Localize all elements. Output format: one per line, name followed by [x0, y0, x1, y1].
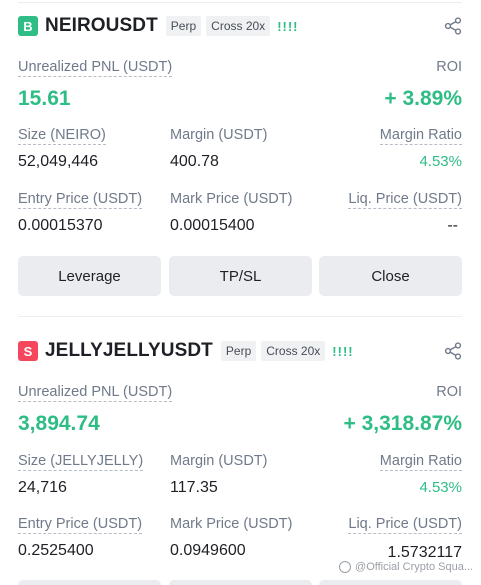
- symbol-title[interactable]: JELLYJELLYUSDT: [45, 340, 213, 362]
- watermark: @Official Crypto Squa...: [339, 561, 473, 573]
- entry-price-value: 0.2525400: [18, 542, 94, 559]
- close-position-button[interactable]: Close: [319, 256, 462, 296]
- mark-price-label: Mark Price (USDT): [170, 516, 293, 532]
- leverage-button[interactable]: [18, 580, 161, 585]
- position-card-neirousdt: B NEIROUSDT Perp Cross 20x !!!! Unrealiz…: [18, 0, 462, 310]
- side-badge: B: [18, 16, 38, 36]
- mark-price-value: 0.0949600: [170, 542, 246, 559]
- entry-price-label[interactable]: Entry Price (USDT): [18, 191, 143, 209]
- share-icon[interactable]: [444, 342, 462, 360]
- symbol-title[interactable]: NEIROUSDT: [45, 15, 158, 37]
- roi-value: + 3.89%: [384, 87, 462, 110]
- unrealized-pnl-label[interactable]: Unrealized PNL (USDT): [18, 384, 173, 402]
- close-position-button[interactable]: [319, 580, 462, 585]
- tpsl-button[interactable]: TP/SL: [169, 256, 312, 296]
- position-header: S JELLYJELLYUSDT Perp Cross 20x !!!!: [18, 336, 462, 366]
- margin-ratio-label[interactable]: Margin Ratio: [379, 453, 462, 471]
- mark-price-value: 0.00015400: [170, 217, 255, 234]
- liq-price-label[interactable]: Liq. Price (USDT): [348, 516, 462, 534]
- roi-label: ROI: [436, 384, 462, 400]
- size-label[interactable]: Size (NEIRO): [18, 127, 106, 145]
- roi-value: + 3,318.87%: [343, 412, 462, 435]
- margin-ratio-label[interactable]: Margin Ratio: [379, 127, 462, 145]
- margin-ratio-value: 4.53%: [419, 153, 462, 170]
- margin-label: Margin (USDT): [170, 127, 268, 143]
- contract-type-tag: Perp: [165, 16, 202, 36]
- tpsl-button[interactable]: [169, 580, 312, 585]
- position-header: B NEIROUSDT Perp Cross 20x !!!!: [18, 11, 462, 41]
- margin-label: Margin (USDT): [170, 453, 268, 469]
- roi-label: ROI: [436, 59, 462, 75]
- entry-price-value: 0.00015370: [18, 217, 103, 234]
- watermark-logo-icon: [339, 561, 352, 573]
- margin-value: 400.78: [170, 153, 219, 170]
- liq-price-label[interactable]: Liq. Price (USDT): [348, 191, 462, 209]
- size-value: 52,049,446: [18, 153, 99, 170]
- size-label[interactable]: Size (JELLYJELLY): [18, 453, 144, 471]
- margin-mode-tag[interactable]: Cross 20x: [206, 16, 271, 36]
- liq-price-value: --: [447, 217, 458, 234]
- mark-price-label: Mark Price (USDT): [170, 191, 293, 207]
- unrealized-pnl-label[interactable]: Unrealized PNL (USDT): [18, 59, 173, 77]
- leverage-bars-icon: !!!!: [332, 343, 354, 359]
- margin-value: 117.35: [170, 479, 218, 496]
- margin-mode-tag[interactable]: Cross 20x: [261, 341, 326, 361]
- margin-ratio-value: 4.53%: [419, 479, 462, 496]
- entry-price-label[interactable]: Entry Price (USDT): [18, 516, 143, 534]
- leverage-bars-icon: !!!!: [277, 18, 299, 34]
- size-value: 24,716: [18, 479, 67, 496]
- watermark-text: @Official Crypto Squa...: [355, 561, 473, 573]
- contract-type-tag: Perp: [220, 341, 257, 361]
- leverage-button[interactable]: Leverage: [18, 256, 161, 296]
- side-badge: S: [18, 341, 38, 361]
- liq-price-value: 1.5732117: [387, 544, 462, 561]
- unrealized-pnl-value: 3,894.74: [18, 412, 100, 435]
- share-icon[interactable]: [444, 17, 462, 35]
- unrealized-pnl-value: 15.61: [18, 87, 71, 110]
- position-card-jellyjellyusdt: S JELLYJELLYUSDT Perp Cross 20x !!!! Unr…: [18, 316, 462, 585]
